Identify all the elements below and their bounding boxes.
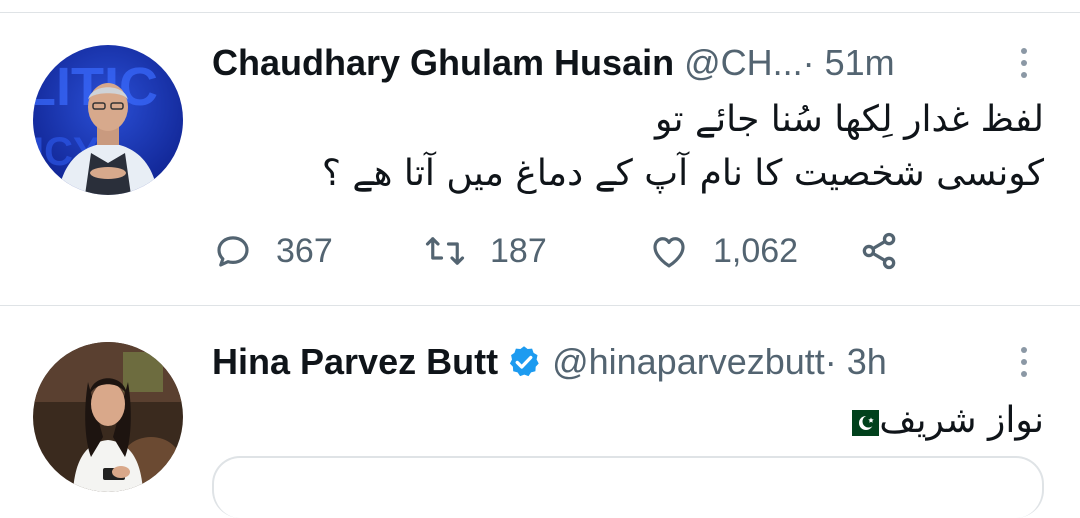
more-options-icon[interactable]	[1004, 43, 1044, 83]
author-handle[interactable]: @CH...	[684, 42, 803, 84]
timestamp[interactable]: · 51m	[803, 42, 895, 84]
tweet-actions: 367 187 1,062	[212, 231, 901, 271]
like-button[interactable]: 1,062	[647, 230, 857, 272]
tweet-header: Hina Parvez Butt @hinaparvezbutt · 3h	[212, 338, 1044, 386]
more-options-icon[interactable]	[1004, 342, 1044, 382]
avatar[interactable]: LITIC ICY	[33, 45, 183, 195]
like-count: 1,062	[713, 231, 799, 270]
tweet-text: لفظ غدار لِکھا سُنا جائے تو کونسی شخصیت …	[212, 93, 1044, 201]
share-button[interactable]	[857, 229, 901, 273]
tweet-text-line: کونسی شخصیت کا نام آپ کے دماغ میں آتا ھے…	[321, 153, 1044, 194]
heart-icon	[653, 237, 685, 268]
quoted-tweet-card[interactable]	[212, 456, 1044, 518]
share-icon	[862, 232, 896, 270]
retweet-icon	[425, 237, 465, 265]
tweet-text: نواز شریف	[212, 394, 1044, 448]
author-name[interactable]: Chaudhary Ghulam Husain	[212, 42, 674, 84]
timestamp[interactable]: · 3h	[825, 341, 887, 383]
retweet-button[interactable]: 187	[422, 230, 647, 272]
tweet-text-line: لفظ غدار لِکھا سُنا جائے تو	[654, 99, 1044, 140]
reply-button[interactable]: 367	[212, 230, 422, 272]
reply-count: 367	[276, 231, 333, 270]
retweet-count: 187	[490, 231, 547, 270]
reply-icon	[217, 236, 249, 267]
tweet-header: Chaudhary Ghulam Husain @CH... · 51m	[212, 39, 1044, 87]
author-handle[interactable]: @hinaparvezbutt	[552, 341, 825, 383]
tweet-text-content: نواز شریف	[879, 400, 1044, 441]
avatar[interactable]	[33, 342, 183, 492]
verified-badge-icon	[509, 346, 539, 377]
tweet-text-line: نواز شریف	[212, 394, 1044, 448]
author-name[interactable]: Hina Parvez Butt	[212, 341, 498, 383]
tweet-card[interactable]: Hina Parvez Butt @hinaparvezbutt · 3h نو…	[0, 306, 1080, 518]
tweet-card[interactable]: LITIC ICY Chaudhary Ghulam Husain @CH...…	[0, 13, 1080, 305]
pakistan-flag-icon	[843, 410, 880, 436]
